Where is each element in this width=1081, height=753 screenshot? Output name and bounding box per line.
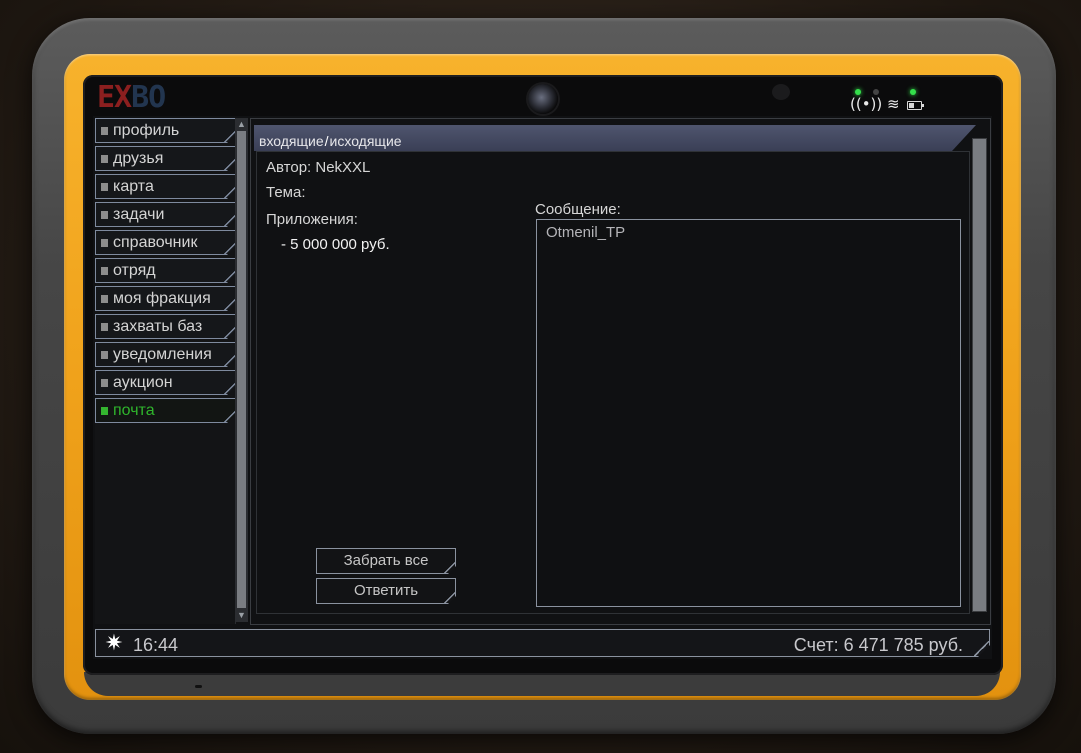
logo-part-1: EX [97, 80, 132, 115]
sidebar-item-label: профиль [113, 122, 180, 139]
logo-part-2: BO [131, 80, 166, 115]
tablet-grip [84, 672, 1000, 696]
scroll-down-icon[interactable]: ▼ [235, 609, 248, 622]
exbo-logo: EXBO [97, 80, 166, 115]
sidebar-item-label: захваты баз [113, 318, 203, 335]
sidebar-item-tasks[interactable]: задачи [95, 202, 235, 227]
sidebar-item-map[interactable]: карта [95, 174, 235, 199]
sidebar-item-label: отряд [113, 262, 156, 279]
reply-button[interactable]: Ответить [316, 578, 456, 604]
mail-author: Автор: NekXXL [266, 159, 371, 176]
light-sensor [772, 84, 790, 100]
scroll-up-icon[interactable]: ▲ [235, 118, 248, 131]
sidebar-item-friends[interactable]: друзья [95, 146, 235, 171]
sidebar-item-label: задачи [113, 206, 165, 223]
sidebar-item-auction[interactable]: аукцион [95, 370, 235, 395]
mail-tabs: входящие/исходящие [259, 132, 402, 150]
tab-inbox[interactable]: входящие [259, 133, 324, 149]
sidebar-item-profile[interactable]: профиль [95, 118, 235, 143]
message-label: Сообщение: [535, 201, 621, 218]
speaker-grille [195, 685, 202, 688]
sidebar-item-reference[interactable]: справочник [95, 230, 235, 255]
sidebar-item-faction[interactable]: моя фракция [95, 286, 235, 311]
attachment-item: - 5 000 000 руб. [281, 236, 390, 253]
attachments-label: Приложения: [266, 211, 358, 228]
take-all-button[interactable]: Забрать все [316, 548, 456, 574]
account-balance: Счет: 6 471 785 руб. [793, 635, 963, 655]
tab-outbox[interactable]: исходящие [330, 133, 402, 149]
mail-subject: Тема: [266, 184, 306, 201]
sidebar-item-mail[interactable]: почта [95, 398, 235, 423]
sidebar-item-label: почта [113, 402, 155, 419]
sidebar-item-label: карта [113, 178, 154, 195]
message-box[interactable] [536, 219, 961, 607]
mail-scrollbar[interactable] [972, 138, 987, 612]
sidebar-item-squad[interactable]: отряд [95, 258, 235, 283]
reply-button-label: Ответить [353, 582, 419, 599]
sidebar-item-label: уведомления [113, 346, 212, 363]
sidebar-scrollbar[interactable]: ▲ ▼ [235, 118, 248, 622]
sun-icon: ✷ [104, 631, 124, 656]
sidebar-item-base-captures[interactable]: захваты баз [95, 314, 235, 339]
camera-icon [528, 84, 558, 114]
sidebar-item-label: друзья [113, 150, 164, 167]
sidebar: профиль друзья карта задачи справочник о… [95, 118, 235, 426]
take-all-button-label: Забрать все [343, 552, 429, 569]
battery-icon [907, 101, 924, 110]
sidebar-scroll-thumb[interactable] [237, 131, 246, 608]
clock-time: 16:44 [133, 635, 179, 655]
sidebar-item-label: справочник [113, 234, 198, 251]
wifi-icon: ((•)) ≋ [850, 95, 900, 113]
message-text: Otmenil_TP [546, 224, 626, 241]
sidebar-item-label: аукцион [113, 374, 173, 391]
sidebar-item-label: моя фракция [113, 290, 211, 307]
sidebar-item-notifications[interactable]: уведомления [95, 342, 235, 367]
status-led-right [910, 89, 916, 95]
